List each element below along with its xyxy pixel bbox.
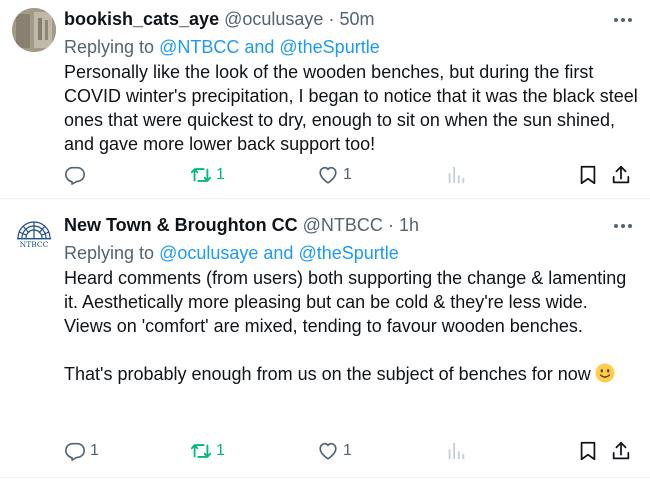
replying-to-label: Replying to bbox=[64, 243, 155, 263]
tweet-header: New Town & Broughton CC @NTBCC · 1h bbox=[64, 214, 419, 236]
like-button[interactable]: 1 bbox=[317, 162, 352, 188]
views-button[interactable] bbox=[445, 162, 467, 188]
author-name[interactable]: bookish_cats_aye bbox=[64, 9, 219, 29]
bookmark-icon bbox=[577, 164, 599, 186]
replying-to-mentions[interactable]: @NTBCC and @theSpurtle bbox=[159, 37, 380, 57]
tweet-text: Personally like the look of the wooden b… bbox=[64, 60, 639, 156]
tweet-paragraph: Personally like the look of the wooden b… bbox=[64, 62, 638, 154]
action-bar: 1 1 1 bbox=[64, 438, 644, 464]
replying-to: Replying to @oculusaye and @theSpurtle bbox=[64, 242, 399, 264]
author-name[interactable]: New Town & Broughton CC bbox=[64, 215, 298, 235]
retweet-count: 1 bbox=[216, 166, 225, 183]
avatar[interactable]: NTBCC bbox=[12, 214, 56, 258]
timestamp[interactable]: 50m bbox=[339, 9, 374, 29]
like-count: 1 bbox=[343, 442, 352, 459]
tweet-paragraph-text: That's probably enough from us on the su… bbox=[64, 364, 591, 384]
speech-bubble-icon bbox=[64, 440, 86, 462]
views-button[interactable] bbox=[445, 438, 467, 464]
bar-chart-icon bbox=[445, 164, 467, 186]
retweet-button[interactable]: 1 bbox=[190, 438, 225, 464]
more-dots-icon[interactable] bbox=[612, 9, 634, 31]
avatar[interactable] bbox=[12, 8, 56, 52]
bookmark-button[interactable] bbox=[577, 438, 599, 464]
like-count: 1 bbox=[343, 166, 352, 183]
share-upload-icon bbox=[610, 440, 632, 462]
tweet[interactable]: NTBCC New Town & Broughton CC @NTBCC · 1… bbox=[0, 199, 650, 478]
like-button[interactable]: 1 bbox=[317, 438, 352, 464]
heart-icon bbox=[317, 440, 339, 462]
retweet-count: 1 bbox=[216, 442, 225, 459]
author-handle[interactable]: @oculusaye bbox=[224, 9, 323, 29]
share-button[interactable] bbox=[610, 162, 632, 188]
tweet-paragraph: Heard comments (from users) both support… bbox=[64, 268, 627, 336]
more-dots-icon[interactable] bbox=[612, 215, 634, 237]
reply-button[interactable] bbox=[64, 162, 90, 188]
tweet-paragraph: That's probably enough from us on the su… bbox=[64, 362, 639, 386]
action-bar: 1 1 bbox=[64, 162, 644, 188]
separator-dot: · bbox=[328, 9, 335, 29]
replying-to-mentions[interactable]: @oculusaye and @theSpurtle bbox=[159, 243, 399, 263]
tweet-header: bookish_cats_aye @oculusaye · 50m bbox=[64, 8, 374, 30]
author-handle[interactable]: @NTBCC bbox=[303, 215, 383, 235]
avatar-logo-text: NTBCC bbox=[20, 240, 49, 249]
reply-button[interactable]: 1 bbox=[64, 438, 99, 464]
retweet-arrows-icon bbox=[190, 440, 212, 462]
bar-chart-icon bbox=[445, 440, 467, 462]
tweet[interactable]: bookish_cats_aye @oculusaye · 50m Replyi… bbox=[0, 0, 650, 199]
tweet-text: Heard comments (from users) both support… bbox=[64, 266, 639, 386]
heart-icon bbox=[317, 164, 339, 186]
share-upload-icon bbox=[610, 164, 632, 186]
replying-to-label: Replying to bbox=[64, 37, 155, 57]
slightly-smiling-face-icon bbox=[595, 363, 615, 383]
retweet-arrows-icon bbox=[190, 164, 212, 186]
speech-bubble-icon bbox=[64, 164, 86, 186]
reply-count: 1 bbox=[90, 442, 99, 459]
bookmark-icon bbox=[577, 440, 599, 462]
separator-dot: · bbox=[387, 215, 394, 235]
share-button[interactable] bbox=[610, 438, 632, 464]
replying-to: Replying to @NTBCC and @theSpurtle bbox=[64, 36, 380, 58]
bookmark-button[interactable] bbox=[577, 162, 599, 188]
timestamp[interactable]: 1h bbox=[399, 215, 419, 235]
retweet-button[interactable]: 1 bbox=[190, 162, 225, 188]
